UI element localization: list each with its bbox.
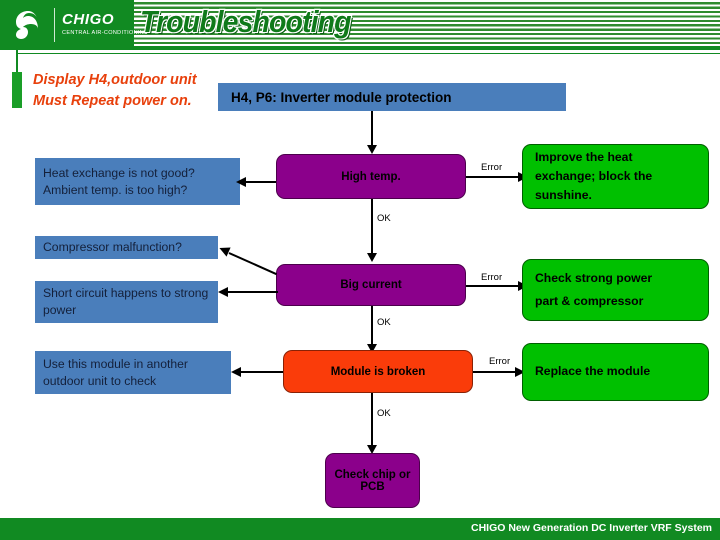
row3-ok-line <box>371 393 373 449</box>
row2-action-line2: part & compressor <box>535 294 644 308</box>
row1-question-box: Heat exchange is not good? Ambient temp.… <box>35 158 240 205</box>
row3-question-line1: Use this module in another outdoor unit … <box>43 356 188 388</box>
row2-state-to-question-a-line <box>228 252 277 276</box>
flow-title-box: H4, P6: Inverter module protection <box>218 83 566 111</box>
brand-logo-block: CHIGO CENTRAL AIR-CONDITIONING <box>0 0 148 50</box>
row2-state-box: Big current <box>276 264 466 306</box>
row1-ok-label: OK <box>377 213 391 224</box>
row1-action-line2: exchange; block the <box>535 169 653 184</box>
row1-action-line3: sunshine. <box>535 187 592 202</box>
row3-error-line <box>473 371 518 373</box>
slide-footer: CHIGO New Generation DC Inverter VRF Sys… <box>0 518 720 540</box>
chigo-swirl-logo-icon <box>12 9 44 41</box>
row1-action-box: Improve the heat exchange; block the sun… <box>522 144 709 209</box>
row1-error-label: Error <box>481 162 503 173</box>
row2-question-line1: Compressor malfunction? <box>43 240 182 255</box>
row1-question-line1: Heat exchange is not good? <box>43 165 195 180</box>
row2-question-line2: Short circuit happens to strong power <box>43 286 209 317</box>
accent-bar <box>12 72 22 108</box>
accent-stem <box>16 48 18 72</box>
row3-error-label: Error <box>489 356 511 367</box>
row2-ok-label: OK <box>377 317 391 328</box>
slide-header: CHIGO CENTRAL AIR-CONDITIONING Troublesh… <box>0 0 720 50</box>
row2-action-line1: Check strong power <box>535 270 653 285</box>
intro-note: Display H4,outdoor unit Must Repeat powe… <box>33 72 197 110</box>
row1-ok-arrowhead <box>367 253 377 262</box>
final-box: Check chip or PCB <box>325 453 420 508</box>
row2-error-line <box>466 285 521 287</box>
row1-state-box: High temp. <box>276 154 466 199</box>
row2-state-to-question-b-arrowhead <box>218 287 228 297</box>
row3-state-to-question-arrowhead <box>231 367 241 377</box>
row1-ok-line <box>371 199 373 257</box>
row2-ok-line <box>371 306 373 348</box>
row2-question-box-b: Short circuit happens to strong power <box>35 281 218 323</box>
row3-action-box: Replace the module <box>522 343 709 401</box>
row2-error-label: Error <box>481 272 503 283</box>
row3-state-box: Module is broken <box>283 350 473 393</box>
slide-root: CHIGO CENTRAL AIR-CONDITIONING Troublesh… <box>0 0 720 540</box>
row2-action-box: Check strong power part & compressor <box>522 259 709 321</box>
final-box-line2: PCB <box>360 480 385 493</box>
row1-state-to-question-arrowhead <box>236 177 246 187</box>
row3-action-line1: Replace the module <box>535 364 651 379</box>
row1-action-line1: Improve the heat <box>535 150 633 165</box>
row3-question-box: Use this module in another outdoor unit … <box>35 351 231 394</box>
brand-name: CHIGO <box>62 11 115 28</box>
row1-error-line <box>466 176 521 178</box>
row3-ok-label: OK <box>377 408 391 419</box>
row2-question-box-a: Compressor malfunction? <box>35 236 218 259</box>
row1-question-line2: Ambient temp. is too high? <box>43 182 188 197</box>
connector-title-to-row1-arrowhead <box>367 145 377 154</box>
brand-tagline: CENTRAL AIR-CONDITIONING <box>62 30 149 36</box>
header-rule <box>18 53 720 54</box>
row2-state-to-question-a-arrowhead <box>217 243 231 257</box>
row3-state-to-question-line <box>235 371 283 373</box>
connector-title-to-row1 <box>371 111 373 149</box>
final-box-line1: Check chip or <box>334 468 411 481</box>
row2-state-to-question-b-line <box>222 291 278 293</box>
page-title: Troubleshooting <box>139 3 353 40</box>
logo-divider <box>54 8 55 42</box>
footer-text: CHIGO New Generation DC Inverter VRF Sys… <box>471 522 712 534</box>
